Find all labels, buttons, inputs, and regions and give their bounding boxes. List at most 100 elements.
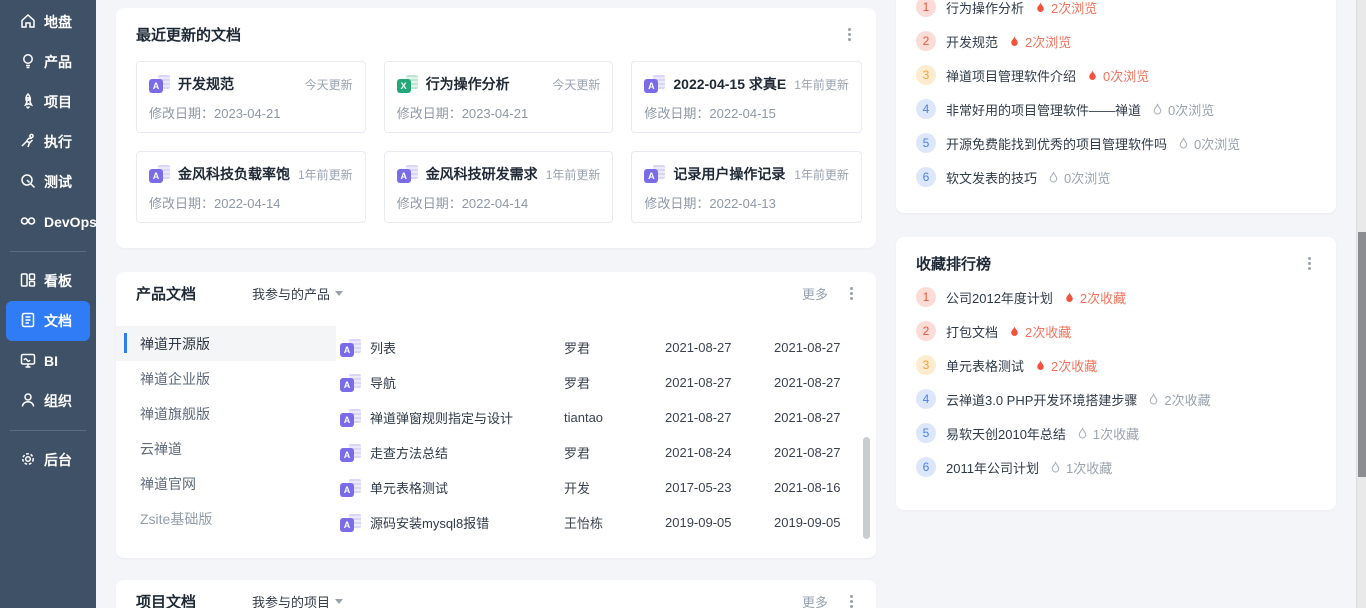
page-scrollbar-thumb[interactable] bbox=[1358, 232, 1366, 477]
doc-author: 王怡栋 bbox=[564, 513, 656, 532]
word-doc-icon: A bbox=[340, 374, 361, 392]
sidebar-item-project[interactable]: 项目 bbox=[6, 82, 90, 122]
word-doc-icon: A bbox=[340, 339, 361, 357]
table-row[interactable]: A 走查方法总结 罗君 2021-08-24 2021-08-27 bbox=[340, 435, 856, 470]
product-docs-card: 产品文档 我参与的产品 更多 禅道开源版 禅道企业版 禅道旗舰版 云禅道 禅道官… bbox=[116, 272, 876, 558]
doc-author: 开发 bbox=[564, 478, 656, 497]
word-doc-icon: A bbox=[340, 409, 361, 427]
sidebar-item-admin[interactable]: 后台 bbox=[6, 440, 90, 480]
rank-doc-link[interactable]: 易软天创2010年总结 bbox=[946, 424, 1066, 443]
organization-icon bbox=[19, 391, 37, 412]
rank-number-badge: 6 bbox=[916, 457, 936, 477]
more-link[interactable]: 更多 bbox=[802, 284, 828, 303]
doc-created-date: 2021-08-27 bbox=[665, 340, 765, 355]
project-filter-dropdown[interactable]: 我参与的项目 bbox=[252, 592, 343, 608]
doc-updated-date: 2021-08-27 bbox=[774, 375, 856, 390]
favorite-rank-card: 收藏排行榜 1 公司2012年度计划 2次收藏 2 打包文档 2次收藏 3 单元… bbox=[896, 237, 1336, 510]
sidebar-item-devops[interactable]: DevOps bbox=[6, 202, 90, 242]
rank-doc-link[interactable]: 行为操作分析 bbox=[946, 0, 1024, 17]
rank-number-badge: 5 bbox=[916, 423, 936, 443]
doc-title: 导航 bbox=[370, 373, 555, 392]
doc-updated-date: 2021-08-27 bbox=[774, 410, 856, 425]
rank-number-badge: 4 bbox=[916, 389, 936, 409]
kebab-menu-icon[interactable] bbox=[844, 593, 858, 608]
rank-number-badge: 1 bbox=[916, 287, 936, 307]
sidebar: 地盘 产品 项目 执行 测试 DevOps 看板 文档 bbox=[0, 0, 96, 608]
product-item[interactable]: 禅道官网 bbox=[116, 466, 336, 501]
rank-item: 4 云禅道3.0 PHP开发环境搭建步骤 2次收藏 bbox=[896, 382, 1336, 416]
table-row[interactable]: A 导航 罗君 2021-08-27 2021-08-27 bbox=[340, 365, 856, 400]
kebab-menu-icon[interactable] bbox=[1302, 256, 1316, 272]
rank-doc-link[interactable]: 软文发表的技巧 bbox=[946, 168, 1037, 187]
doc-tile-title: 行为操作分析 bbox=[426, 74, 545, 94]
rank-doc-link[interactable]: 禅道项目管理软件介绍 bbox=[946, 66, 1076, 85]
table-row[interactable]: A 禅道弹窗规则指定与设计 tiantao 2021-08-27 2021-08… bbox=[340, 400, 856, 435]
rank-item: 2 开发规范 2次浏览 bbox=[896, 24, 1336, 58]
doc-tile[interactable]: A 2022-04-15 求真E 1年前更新 修改日期：2022-04-15 bbox=[631, 61, 862, 133]
table-row[interactable]: A 单元表格测试 开发 2017-05-23 2021-08-16 bbox=[340, 470, 856, 505]
doc-created-date: 2021-08-27 bbox=[665, 375, 765, 390]
rank-doc-link[interactable]: 开源免费能找到优秀的项目管理软件吗 bbox=[946, 134, 1167, 153]
doc-tile[interactable]: X 行为操作分析 今天更新 修改日期：2023-04-21 bbox=[384, 61, 614, 133]
doc-tile[interactable]: A 金风科技负载率饱 1年前更新 修改日期：2022-04-14 bbox=[136, 151, 366, 223]
sidebar-item-organization[interactable]: 组织 bbox=[6, 381, 90, 421]
sidebar-item-execution[interactable]: 执行 bbox=[6, 122, 90, 162]
document-icon bbox=[19, 311, 37, 332]
product-item[interactable]: 云禅道 bbox=[116, 431, 336, 466]
page-scrollbar[interactable] bbox=[1356, 0, 1366, 608]
word-doc-icon: A bbox=[644, 75, 665, 93]
doc-tile-date: 修改日期：2022-04-14 bbox=[149, 193, 353, 212]
rank-doc-link[interactable]: 2011年公司计划 bbox=[946, 458, 1039, 477]
rank-doc-link[interactable]: 开发规范 bbox=[946, 32, 998, 51]
kebab-menu-icon[interactable] bbox=[844, 285, 858, 301]
rank-doc-link[interactable]: 公司2012年度计划 bbox=[946, 288, 1053, 307]
sidebar-item-label: 地盘 bbox=[44, 12, 72, 32]
sidebar-item-home[interactable]: 地盘 bbox=[6, 2, 90, 42]
rank-item: 4 非常好用的项目管理软件——禅道 0次浏览 bbox=[896, 92, 1336, 126]
excel-doc-icon: X bbox=[397, 75, 418, 93]
rank-doc-link[interactable]: 打包文档 bbox=[946, 322, 998, 341]
sidebar-item-document[interactable]: 文档 bbox=[6, 301, 90, 341]
home-icon bbox=[19, 12, 37, 33]
doc-tile[interactable]: A 记录用户操作记录 1年前更新 修改日期：2022-04-13 bbox=[631, 151, 862, 223]
rank-doc-link[interactable]: 云禅道3.0 PHP开发环境搭建步骤 bbox=[946, 390, 1137, 409]
sidebar-item-label: 执行 bbox=[44, 132, 72, 152]
view-count: 2次浏览 bbox=[1034, 0, 1097, 17]
doc-title: 走查方法总结 bbox=[370, 443, 555, 462]
doc-author: 罗君 bbox=[564, 373, 656, 392]
favorite-count: 2次收藏 bbox=[1147, 390, 1210, 409]
more-link[interactable]: 更多 bbox=[802, 592, 828, 608]
rank-number-badge: 5 bbox=[916, 133, 936, 153]
sidebar-item-kanban[interactable]: 看板 bbox=[6, 261, 90, 301]
kebab-menu-icon[interactable] bbox=[842, 27, 856, 43]
sidebar-item-label: BI bbox=[44, 353, 58, 369]
rank-doc-link[interactable]: 单元表格测试 bbox=[946, 356, 1024, 375]
table-row[interactable]: A 列表 罗君 2021-08-27 2021-08-27 bbox=[340, 330, 856, 365]
test-icon bbox=[19, 172, 37, 193]
product-item[interactable]: Zsite基础版 bbox=[116, 501, 336, 536]
sidebar-divider bbox=[10, 251, 86, 252]
product-item[interactable]: 禅道企业版 bbox=[116, 361, 336, 396]
rank-item: 6 软文发表的技巧 0次浏览 bbox=[896, 160, 1336, 194]
product-docs-title: 产品文档 bbox=[136, 283, 196, 304]
sidebar-item-label: 测试 bbox=[44, 172, 72, 192]
doc-tile[interactable]: A 开发规范 今天更新 修改日期：2023-04-21 bbox=[136, 61, 366, 133]
doc-updated-date: 2021-08-27 bbox=[774, 445, 856, 460]
view-count: 0次浏览 bbox=[1177, 134, 1240, 153]
table-scrollbar[interactable] bbox=[863, 437, 870, 539]
doc-tile[interactable]: A 金风科技研发需求 1年前更新 修改日期：2022-04-14 bbox=[384, 151, 614, 223]
sidebar-item-bi[interactable]: BI bbox=[6, 341, 90, 381]
sidebar-item-test[interactable]: 测试 bbox=[6, 162, 90, 202]
word-doc-icon: A bbox=[397, 165, 418, 183]
rank-doc-link[interactable]: 非常好用的项目管理软件——禅道 bbox=[946, 100, 1141, 119]
doc-created-date: 2017-05-23 bbox=[665, 480, 765, 495]
product-item[interactable]: 禅道旗舰版 bbox=[116, 396, 336, 431]
doc-tile-title: 金风科技研发需求 bbox=[426, 164, 538, 184]
sidebar-item-product[interactable]: 产品 bbox=[6, 42, 90, 82]
product-item[interactable]: 禅道开源版 bbox=[116, 326, 336, 361]
rank-number-badge: 3 bbox=[916, 65, 936, 85]
favorite-count: 2次收藏 bbox=[1063, 288, 1126, 307]
table-row[interactable]: A 源码安装mysql8报错 王怡栋 2019-09-05 2019-09-05 bbox=[340, 505, 856, 540]
product-filter-dropdown[interactable]: 我参与的产品 bbox=[252, 284, 343, 303]
project-docs-title: 项目文档 bbox=[136, 591, 196, 608]
